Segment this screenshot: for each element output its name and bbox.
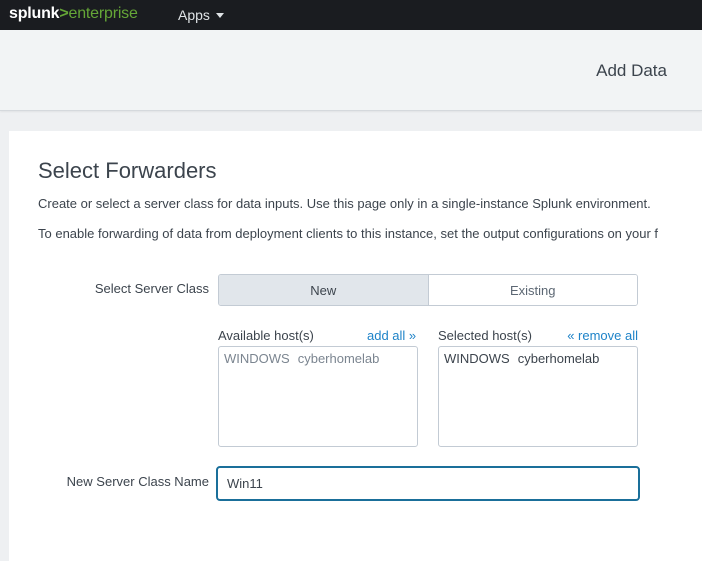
top-navigation-bar: splunk>enterprise Apps [0,0,702,30]
remove-all-link[interactable]: « remove all [567,328,638,344]
selected-hosts-label: Selected host(s) [438,328,532,343]
new-server-class-name-label: New Server Class Name [66,474,209,489]
apps-menu-label: Apps [178,7,210,23]
description-text-1: Create or select a server class for data… [38,196,651,211]
select-server-class-label: Select Server Class [94,281,209,296]
host-os: WINDOWS [224,351,290,366]
page-title: Select Forwarders [38,158,217,183]
splunk-enterprise-logo[interactable]: splunk>enterprise [9,4,138,24]
content-panel: Select Forwarders Create or select a ser… [9,131,702,561]
selected-host-item[interactable]: WINDOWS cyberhomelab [444,351,632,367]
available-hosts-list[interactable]: WINDOWS cyberhomelab [218,346,418,447]
server-class-new-button[interactable]: New [219,275,429,305]
logo-splunk-text: splunk [9,5,60,22]
selected-hosts-list[interactable]: WINDOWS cyberhomelab [438,346,638,447]
new-server-class-name-input[interactable] [216,466,640,501]
available-host-item[interactable]: WINDOWS cyberhomelab [224,351,412,367]
logo-enterprise-text: enterprise [68,5,138,22]
caret-down-icon [215,13,224,18]
available-hosts-label: Available host(s) [218,328,314,343]
host-os: WINDOWS [444,351,510,366]
page-header-title: Add Data [596,61,667,80]
server-class-existing-button[interactable]: Existing [428,275,637,305]
add-all-link[interactable]: add all » [367,328,416,344]
page-header: Add Data [0,30,702,111]
host-name: cyberhomelab [297,351,380,366]
server-class-toggle: New Existing [218,274,638,306]
apps-menu[interactable]: Apps [178,6,224,24]
logo-chevron: > [59,5,69,22]
host-name: cyberhomelab [517,351,600,366]
description-text-2: To enable forwarding of data from deploy… [38,226,659,241]
